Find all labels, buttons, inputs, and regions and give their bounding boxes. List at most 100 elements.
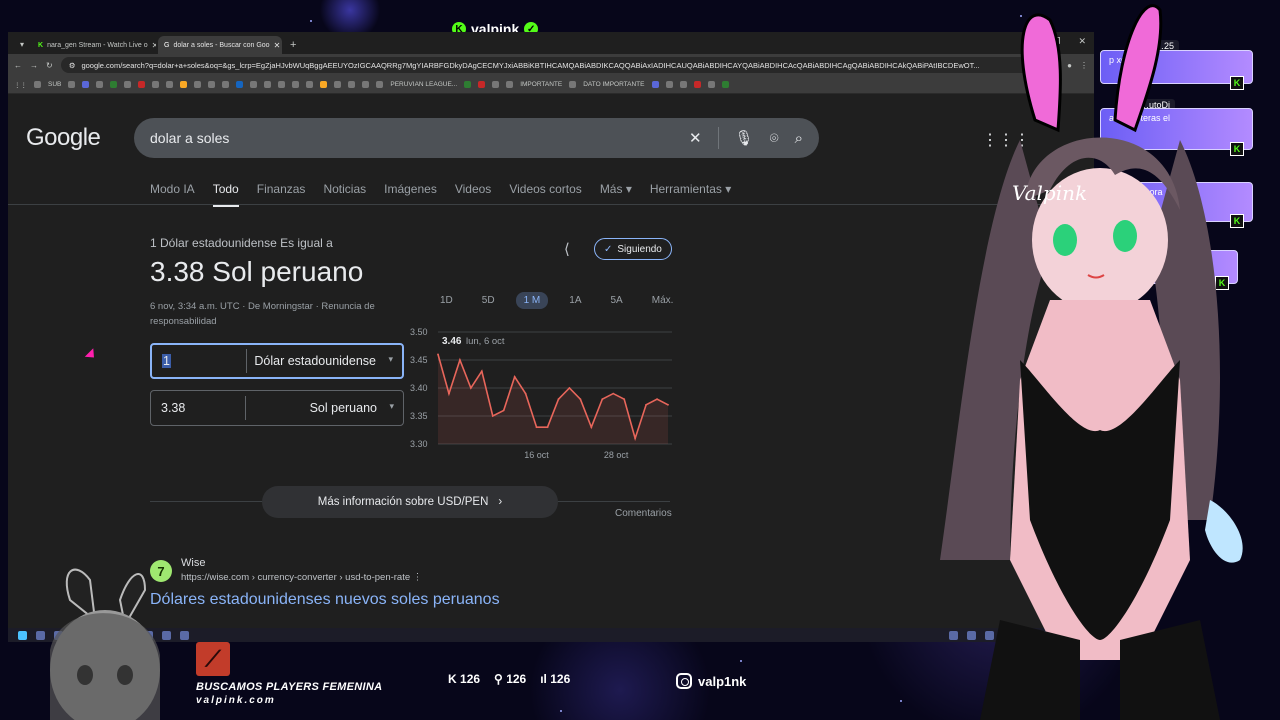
folder-icon[interactable] xyxy=(34,81,41,88)
bookmark-icon[interactable] xyxy=(194,81,202,88)
range-1a[interactable]: 1A xyxy=(561,292,589,309)
search-icon[interactable]: ⌕ xyxy=(795,130,803,147)
viewer-stat: ıl 126 xyxy=(540,672,570,686)
bookmark-icon[interactable] xyxy=(222,81,230,88)
result-title-link[interactable]: Dólares estadounidenses nuevos soles per… xyxy=(150,591,500,609)
bookmark-icon[interactable] xyxy=(292,81,300,88)
bookmark-icon[interactable] xyxy=(334,81,342,88)
address-field[interactable]: ⚙ google.com/search?q=dolar+a+soles&oq=&… xyxy=(60,57,1031,73)
range-1m[interactable]: 1 M xyxy=(515,292,549,309)
microphone-icon[interactable]: 🎙︎ xyxy=(735,129,754,147)
bookmark-icon[interactable] xyxy=(306,81,314,88)
back-icon[interactable]: ← xyxy=(14,61,22,70)
instagram-name: valp1nk xyxy=(698,673,747,689)
bookmark-icon[interactable] xyxy=(651,81,659,88)
tab-search-icon[interactable]: ▾ xyxy=(14,40,30,54)
result-url[interactable]: https://wise.com › currency-converter › … xyxy=(181,572,422,583)
range-max[interactable]: Máx. xyxy=(644,292,682,309)
bookmark-icon[interactable] xyxy=(679,81,687,88)
data-point xyxy=(601,398,604,401)
from-currency-box: 1 Dólar estadounidense xyxy=(150,343,404,379)
bookmark-icon[interactable] xyxy=(665,81,673,88)
bookmark-icon[interactable] xyxy=(464,81,472,88)
bookmark-dato-importante[interactable]: DATO IMPORTANTE xyxy=(583,81,644,88)
bookmark-icon[interactable] xyxy=(721,81,729,88)
bookmark-peruvian-league[interactable]: PERUVIAN LEAGUE... xyxy=(390,81,457,88)
bookmark-icon[interactable] xyxy=(264,81,272,88)
bookmark-icon[interactable] xyxy=(166,81,174,88)
comments-link[interactable]: Comentarios xyxy=(615,508,672,519)
avatar-signature: Valpink xyxy=(1012,181,1087,205)
bookmark-icon[interactable] xyxy=(208,81,216,88)
new-tab-icon[interactable]: + xyxy=(284,39,302,54)
search-input[interactable]: dolar a soles xyxy=(150,130,689,146)
clear-icon[interactable]: ✕ xyxy=(689,129,702,147)
share-icon[interactable]: ⟨ xyxy=(564,240,570,258)
y-tick-label: 3.50 xyxy=(410,327,428,337)
range-5a[interactable]: 5A xyxy=(603,292,631,309)
bookmark-icon[interactable] xyxy=(110,81,118,88)
to-currency-select[interactable]: Sol peruano xyxy=(246,401,403,415)
stream-stats: K 126 ⚲ 126 ıl 126 xyxy=(448,672,570,686)
bookmark-importante[interactable]: IMPORTANTE xyxy=(520,81,562,88)
range-1d[interactable]: 1D xyxy=(432,292,461,309)
bookmark-icon[interactable] xyxy=(569,81,577,88)
user-icon: ⚲ xyxy=(494,672,503,686)
bookmark-icon[interactable] xyxy=(152,81,160,88)
bookmark-icon[interactable] xyxy=(707,81,715,88)
to-amount-input[interactable]: 3.38 xyxy=(151,396,246,420)
instagram-handle: valp1nk xyxy=(676,673,746,689)
converter-meta: 6 nov, 3:34 a.m. UTC · De Morningstar · … xyxy=(150,301,375,327)
bookmark-icon[interactable] xyxy=(492,81,500,88)
range-selector: 1D 5D 1 M 1A 5A Máx. xyxy=(432,292,694,309)
apps-shortcut-icon[interactable]: ⋮⋮ xyxy=(14,81,27,89)
close-tab-icon[interactable]: ✕ xyxy=(274,41,281,50)
search-box[interactable]: dolar a soles ✕ 🎙︎ ⌾ ⌕ xyxy=(134,118,819,158)
bookmark-icon[interactable] xyxy=(693,81,701,88)
site-info-icon[interactable]: ⚙ xyxy=(69,61,76,70)
bookmark-sub[interactable]: SUB xyxy=(48,81,61,88)
check-icon: ✓ xyxy=(604,243,613,255)
more-info-button[interactable]: Más información sobre USD/PEN › xyxy=(262,486,558,518)
bookmark-icon[interactable] xyxy=(236,81,244,88)
lens-icon[interactable]: ⌾ xyxy=(770,130,779,147)
bookmark-icon[interactable] xyxy=(376,81,384,88)
data-point xyxy=(491,415,494,417)
bookmark-icon[interactable] xyxy=(138,81,146,88)
following-label: Siguiendo xyxy=(617,243,662,255)
bookmark-icon[interactable] xyxy=(506,81,514,88)
bookmark-icon[interactable] xyxy=(68,81,76,88)
bookmark-icon[interactable] xyxy=(348,81,356,88)
side-avatar xyxy=(50,568,160,720)
instagram-icon xyxy=(676,673,692,689)
promo-website: valpink.com xyxy=(196,695,276,706)
from-currency-select[interactable]: Dólar estadounidense xyxy=(247,354,402,368)
bookmark-icon[interactable] xyxy=(278,81,286,88)
exchange-rate-chart[interactable]: 3.50 3.45 3.40 3.35 3.30 16 oct 28 oct 3.46 lun,… xyxy=(410,326,672,466)
converter-subtitle: 1 Dólar estadounidense Es igual a xyxy=(150,236,333,250)
bookmark-icon[interactable] xyxy=(478,81,486,88)
bookmark-icon[interactable] xyxy=(82,81,90,88)
forward-icon[interactable]: → xyxy=(30,61,38,70)
data-point xyxy=(656,398,658,401)
tooltip-value: 3.46 xyxy=(442,336,462,347)
bookmark-icon[interactable] xyxy=(362,81,370,88)
bookmark-icon[interactable] xyxy=(250,81,258,88)
from-amount-input[interactable]: 1 xyxy=(152,349,247,373)
bookmark-icon[interactable] xyxy=(320,81,328,88)
google-logo[interactable]: Google xyxy=(26,124,101,152)
to-currency-box: 3.38 Sol peruano xyxy=(150,390,404,426)
result-url-text: https://wise.com › currency-converter › … xyxy=(181,572,411,583)
close-tab-icon[interactable]: ✕ xyxy=(152,41,156,50)
google-favicon-icon: G xyxy=(164,41,170,49)
more-info-label: Más información sobre USD/PEN xyxy=(317,496,489,508)
tab-google[interactable]: G dolar a soles - Buscar con Goo ✕ xyxy=(158,36,283,54)
bookmark-icon[interactable] xyxy=(124,81,132,88)
more-options-icon[interactable]: ⋮ xyxy=(413,572,423,583)
following-button[interactable]: ✓ Siguiendo xyxy=(594,238,672,260)
tab-stream[interactable]: K nara_gen Stream - Watch Live o ✕ xyxy=(32,36,156,54)
reload-icon[interactable]: ↻ xyxy=(46,61,53,70)
range-5d[interactable]: 5D xyxy=(474,292,503,309)
bookmark-icon[interactable] xyxy=(96,81,104,88)
bookmark-icon[interactable] xyxy=(180,81,188,88)
